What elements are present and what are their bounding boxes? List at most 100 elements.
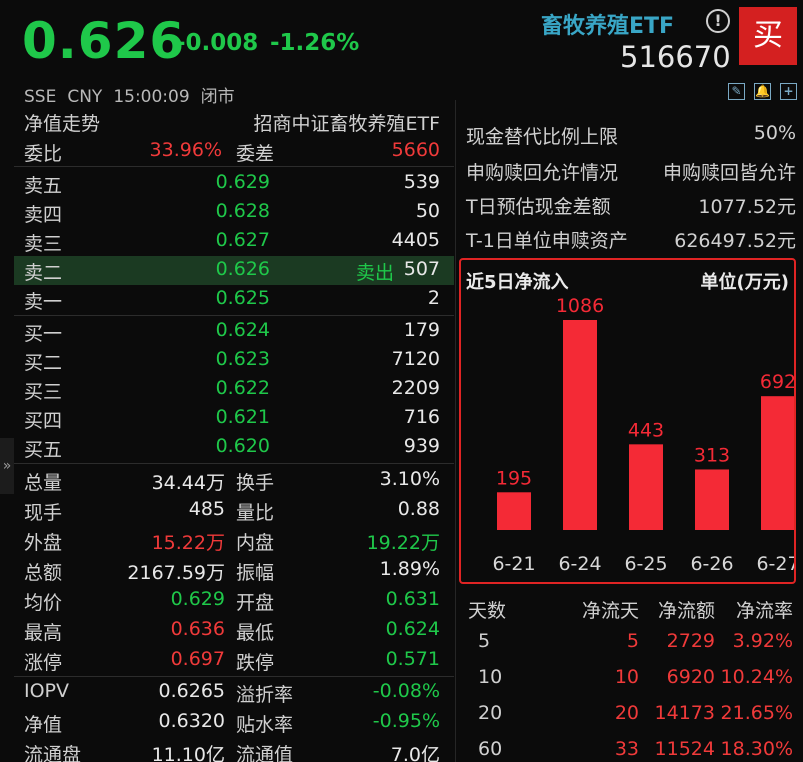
weibi-value: 33.96% (149, 139, 222, 161)
stats-row: 流通盘 11.10亿 流通值 7.0亿 (14, 738, 454, 762)
stats-row: 净值 0.6320 贴水率 -0.95% (14, 708, 454, 737)
flow-cell: 60 (478, 738, 503, 760)
category-tick-label: 6-24 (558, 553, 601, 575)
weibi-label: 委比 (24, 143, 63, 165)
ask-label: 卖四 (24, 204, 63, 226)
fund-code: 516670 (620, 40, 731, 74)
fund-info-value: 626497.52元 (674, 230, 796, 252)
expand-panel-icon[interactable]: » (0, 438, 14, 494)
bid-row[interactable]: 买二 0.623 7120 (14, 346, 454, 375)
ask-price: 0.629 (215, 171, 270, 193)
ask-row[interactable]: 卖三 0.627 4405 (14, 227, 454, 256)
stat-value: 7.0亿 (390, 744, 440, 762)
ask-volume: 2 (427, 287, 440, 309)
bar-value-label: 692 (760, 371, 794, 393)
stat-label: 溢折率 (236, 684, 294, 706)
bid-row[interactable]: 买一 0.624 179 (14, 317, 454, 346)
flow-header: 净流额 (657, 600, 715, 622)
fund-info-value: 申购赎回皆允许 (662, 162, 796, 184)
stat-value: 1.89% (379, 558, 440, 580)
stat-label: 总量 (24, 472, 63, 494)
bid-price: 0.622 (215, 377, 270, 399)
ask-row[interactable]: 卖一 0.625 2 (14, 285, 454, 314)
ask-volume: 539 (403, 171, 440, 193)
stat-label: 量比 (236, 502, 275, 524)
chart-bar (497, 492, 531, 530)
stat-value: 0.571 (385, 648, 440, 670)
stat-label: 涨停 (24, 652, 63, 674)
stat-value: 0.88 (397, 498, 440, 520)
stat-label: 贴水率 (236, 714, 294, 736)
fund-info-label: T-1日单位申赎资产 (466, 230, 628, 252)
category-tick-label: 6-26 (690, 553, 733, 575)
bid-volume: 939 (403, 435, 440, 457)
stat-label: 外盘 (24, 532, 63, 554)
ask-label: 卖五 (24, 175, 63, 197)
bid-volume: 179 (403, 319, 440, 341)
weibi-row: 委比 33.96% 委差 5660 (14, 137, 454, 166)
flow-cell: 10.24% (720, 666, 793, 688)
stat-value: 0.697 (170, 648, 225, 670)
fund-info-value: 1077.52元 (698, 196, 796, 218)
bid-price: 0.623 (215, 348, 270, 370)
ask-volume: 50 (415, 200, 440, 222)
stat-value: 0.6320 (158, 710, 225, 732)
stat-label: 内盘 (236, 532, 275, 554)
ask-price: 0.625 (215, 287, 270, 309)
bid-row[interactable]: 买五 0.620 939 (14, 433, 454, 462)
ask-row[interactable]: 卖四 0.628 50 (14, 198, 454, 227)
flow-cell: 6920 (666, 666, 715, 688)
category-tick-label: 6-25 (624, 553, 667, 575)
stat-label: 总额 (24, 562, 63, 584)
stat-label: 均价 (24, 592, 63, 614)
bid-label: 买三 (24, 381, 63, 403)
stats-row: 最高 0.636 最低 0.624 (14, 616, 454, 645)
bid-volume: 716 (403, 406, 440, 428)
flow-cell: 21.65% (720, 702, 793, 724)
fund-name[interactable]: 畜牧养殖ETF (541, 8, 674, 40)
stat-label: IOPV (24, 680, 70, 702)
flow-cell: 5 (626, 630, 639, 652)
fund-info-row: 申购赎回允许情况 申购赎回皆允许 (466, 155, 796, 189)
bid-label: 买二 (24, 352, 63, 374)
buy-button[interactable]: 买 (739, 7, 797, 65)
sell-tag: 卖出 (355, 262, 394, 284)
stat-label: 净值 (24, 714, 63, 736)
flow-row: 60 33 11524 18.30% (456, 734, 803, 762)
stat-value: 0.624 (385, 618, 440, 640)
fund-info-label: 申购赎回允许情况 (466, 162, 619, 184)
category-tick-label: 6-27 (756, 553, 794, 575)
stats-row: 总额 2167.59万 振幅 1.89% (14, 556, 454, 585)
ask-price: 0.626 (215, 258, 270, 280)
nav-row: 净值走势 招商中证畜牧养殖ETF (14, 107, 454, 136)
weicha-value: 5660 (391, 139, 440, 161)
stat-value: 0.629 (170, 588, 225, 610)
flow-cell: 11524 (654, 738, 715, 760)
divider (14, 676, 454, 677)
stat-value: 0.631 (385, 588, 440, 610)
fund-info-panel: 现金替代比例上限 50% 申购赎回允许情况 申购赎回皆允许 T日预估现金差额 1… (456, 100, 803, 762)
stats-row: IOPV 0.6265 溢折率 -0.08% (14, 678, 454, 707)
stat-value: -0.95% (372, 710, 440, 732)
bid-row[interactable]: 买三 0.622 2209 (14, 375, 454, 404)
stat-value: 485 (188, 498, 225, 520)
category-tick-label: 6-21 (492, 553, 535, 575)
fund-info-row: T-1日单位申赎资产 626497.52元 (466, 223, 796, 257)
info-icon[interactable]: ! (706, 9, 730, 33)
chart-bar (761, 396, 794, 530)
stat-value: 19.22万 (366, 532, 440, 554)
stat-label: 最低 (236, 622, 275, 644)
divider (14, 463, 454, 464)
chart-bar (563, 320, 597, 530)
flow-header: 天数 (468, 600, 507, 622)
ask-row-highlighted[interactable]: 卖二 0.626 卖出 507 (14, 256, 454, 285)
flow-row: 10 10 6920 10.24% (456, 662, 803, 696)
stat-label: 流通值 (236, 744, 294, 762)
stats-row: 均价 0.629 开盘 0.631 (14, 586, 454, 615)
flow-row: 5 5 2729 3.92% (456, 626, 803, 660)
ask-row[interactable]: 卖五 0.629 539 (14, 169, 454, 198)
bid-row[interactable]: 买四 0.621 716 (14, 404, 454, 433)
last-price: 0.626 (22, 12, 186, 70)
stat-value: 3.10% (379, 468, 440, 490)
nav-trend-tab[interactable]: 净值走势 (24, 109, 100, 136)
